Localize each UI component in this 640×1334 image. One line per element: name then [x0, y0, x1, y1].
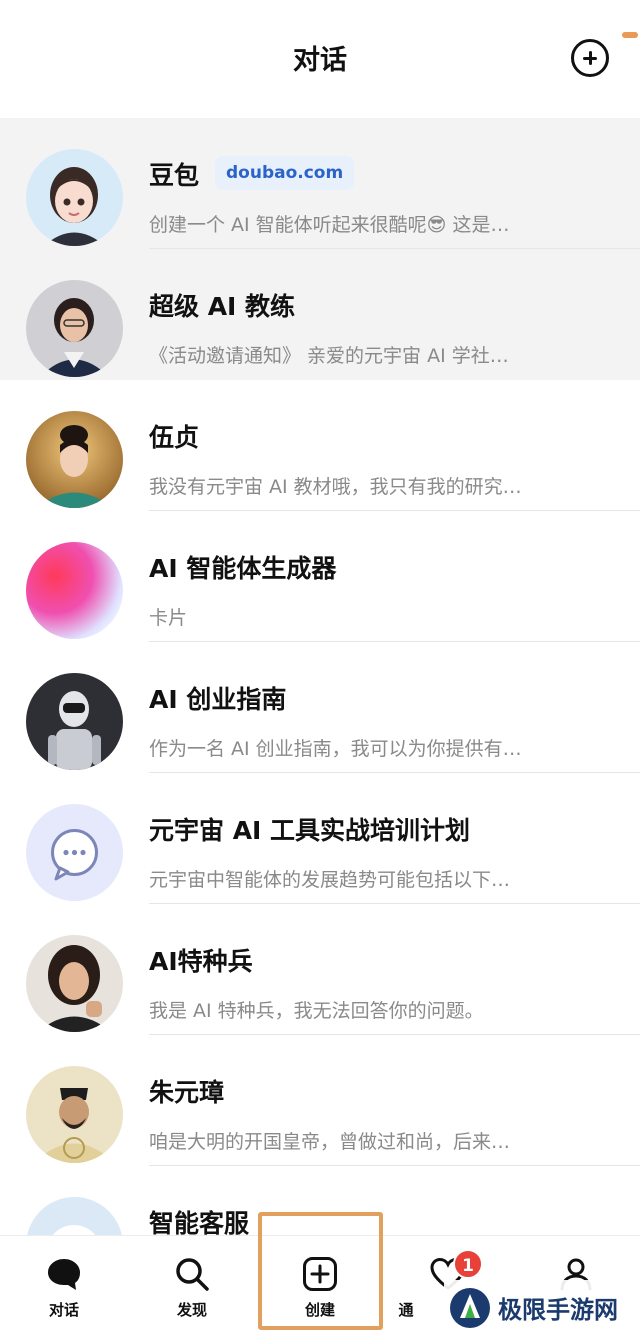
conversation-list: 豆包 doubao.com 创建一个 AI 智能体听起来很酷呢😎 这是… 超级 …	[0, 118, 640, 1297]
conversation-name: 伍贞	[149, 423, 200, 452]
new-chat-plus-icon[interactable]	[571, 39, 609, 77]
tab-label: 对话	[48, 1301, 79, 1319]
avatar	[26, 935, 123, 1032]
avatar	[26, 411, 123, 508]
conversation-item-super-ai-coach[interactable]: 超级 AI 教练 《活动邀请通知》 亲爱的元宇宙 AI 学社…	[0, 249, 640, 380]
conversation-preview: 我没有元宇宙 AI 教材哦，我只有我的研究…	[149, 476, 522, 498]
watermark-logo-icon	[450, 1288, 490, 1328]
conversation-name: 豆包	[149, 161, 200, 190]
conversation-name: AI 智能体生成器	[149, 554, 337, 583]
avatar	[26, 149, 123, 246]
conversation-name: AI特种兵	[149, 947, 253, 976]
page-title: 对话	[293, 45, 347, 76]
search-icon	[176, 1258, 209, 1291]
conversation-name: 朱元璋	[149, 1078, 225, 1107]
conversation-item-zhu-yuanzhang[interactable]: 朱元璋 咱是大明的开国皇帝，曾做过和尚，后来…	[0, 1035, 640, 1166]
conversation-item-agent-generator[interactable]: AI 智能体生成器 卡片	[0, 511, 640, 642]
conversation-item-metaverse-ai-training[interactable]: 元宇宙 AI 工具实战培训计划 元宇宙中智能体的发展趋势可能包括以下…	[0, 773, 640, 904]
tab-label: 发现	[176, 1301, 207, 1319]
notification-badge: 1	[453, 1249, 483, 1279]
chat-bubble-icon	[48, 1259, 80, 1290]
conversation-preview: 元宇宙中智能体的发展趋势可能包括以下…	[149, 869, 511, 891]
header-bar: 对话	[0, 0, 640, 118]
avatar	[26, 542, 123, 639]
conversation-item-doubao[interactable]: 豆包 doubao.com 创建一个 AI 智能体听起来很酷呢😎 这是…	[0, 118, 640, 249]
tab-discover[interactable]: 发现	[128, 1236, 256, 1334]
create-tab-highlight	[258, 1212, 383, 1330]
watermark-text: 极限手游网	[498, 1295, 618, 1324]
conversation-preview: 咱是大明的开国皇帝，曾做过和尚，后来…	[149, 1131, 511, 1153]
conversation-preview: 我是 AI 特种兵，我无法回答你的问题。	[149, 1000, 484, 1022]
conversation-name: 元宇宙 AI 工具实战培训计划	[149, 816, 471, 845]
conversation-name: AI 创业指南	[149, 685, 287, 714]
watermark: 极限手游网	[444, 1280, 640, 1334]
avatar	[26, 673, 123, 770]
conversation-item-ai-special-forces[interactable]: AI特种兵 我是 AI 特种兵，我无法回答你的问题。	[0, 904, 640, 1035]
conversation-name: 超级 AI 教练	[149, 292, 296, 321]
conversation-preview: 《活动邀请通知》 亲爱的元宇宙 AI 学社…	[149, 345, 509, 367]
avatar	[26, 280, 123, 377]
avatar	[26, 1066, 123, 1163]
domain-tag: doubao.com	[215, 156, 355, 190]
conversation-item-wuzhen[interactable]: 伍贞 我没有元宇宙 AI 教材哦，我只有我的研究…	[0, 380, 640, 511]
conversation-preview: 作为一名 AI 创业指南，我可以为你提供有…	[149, 738, 522, 760]
conversation-preview: 创建一个 AI 智能体听起来很酷呢😎 这是…	[149, 214, 510, 236]
conversation-item-ai-startup-guide[interactable]: AI 创业指南 作为一名 AI 创业指南，我可以为你提供有…	[0, 642, 640, 773]
tab-chats[interactable]: 对话	[0, 1236, 128, 1334]
avatar	[26, 804, 123, 901]
conversation-preview: 卡片	[149, 607, 188, 629]
status-indicator	[622, 32, 638, 38]
